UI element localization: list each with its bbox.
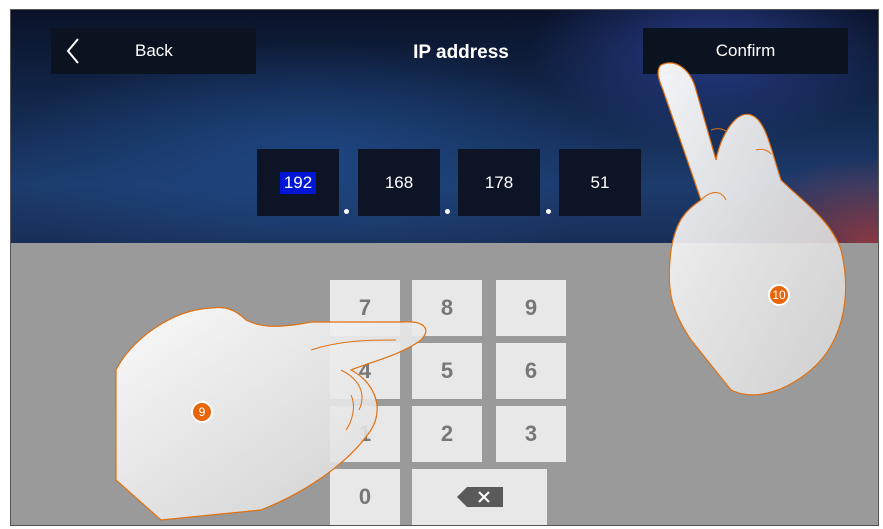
callout-badge-9-label: 9 <box>198 405 206 419</box>
callout-badge-10-label: 10 <box>772 288 786 302</box>
callout-badge-9: 9 <box>191 401 213 423</box>
right-hand-icon <box>657 62 847 396</box>
hand-illustrations <box>115 62 847 521</box>
callout-badge-10: 10 <box>768 284 790 306</box>
device-screen: Back IP address Confirm 192 168 178 51 7… <box>10 9 879 526</box>
left-hand-icon <box>115 306 427 521</box>
